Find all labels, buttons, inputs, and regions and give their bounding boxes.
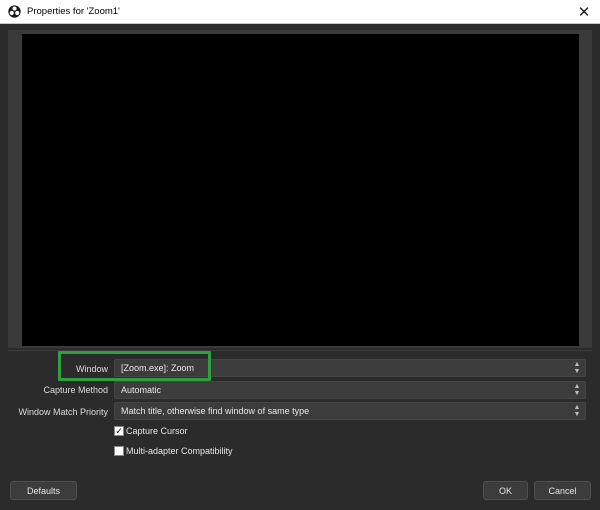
updown-chevron-icon: ▲ ▼ [573, 404, 581, 418]
obs-icon [8, 5, 21, 18]
multi-adapter-label[interactable]: Multi-adapter Compatibility [126, 446, 233, 456]
window-title: Properties for 'Zoom1' [27, 6, 120, 17]
window-label: Window [75, 364, 108, 374]
match-priority-value: Match title, otherwise find window of sa… [121, 406, 310, 416]
updown-chevron-icon: ▲ ▼ [573, 361, 581, 375]
title-bar: Properties for 'Zoom1' ✕ [0, 0, 600, 24]
close-button[interactable]: ✕ [568, 0, 600, 24]
divider [8, 350, 592, 351]
capture-method-value: Automatic [121, 385, 162, 395]
capture-cursor-checkbox[interactable]: ✓ [114, 426, 124, 436]
updown-chevron-icon: ▲ ▼ [573, 383, 581, 397]
match-priority-label: Window Match Priority [18, 407, 108, 417]
cancel-button-label: Cancel [548, 485, 577, 496]
preview-area [22, 34, 579, 346]
match-priority-select[interactable]: Match title, otherwise find window of sa… [114, 402, 586, 420]
ok-button[interactable]: OK [483, 481, 528, 500]
window-select[interactable]: [Zoom.exe]: Zoom ▲ ▼ [114, 359, 586, 377]
multi-adapter-checkbox[interactable] [114, 446, 124, 456]
window-select-value: [Zoom.exe]: Zoom [121, 363, 195, 373]
checkmark-icon: ✓ [115, 425, 123, 436]
capture-method-select[interactable]: Automatic ▲ ▼ [114, 381, 586, 399]
close-icon: ✕ [577, 4, 591, 21]
capture-cursor-label[interactable]: Capture Cursor [126, 426, 188, 436]
defaults-button[interactable]: Defaults [10, 481, 77, 500]
capture-method-label: Capture Method [43, 385, 108, 395]
defaults-button-label: Defaults [26, 485, 61, 496]
cancel-button[interactable]: Cancel [534, 481, 591, 500]
ok-button-label: OK [498, 485, 512, 496]
